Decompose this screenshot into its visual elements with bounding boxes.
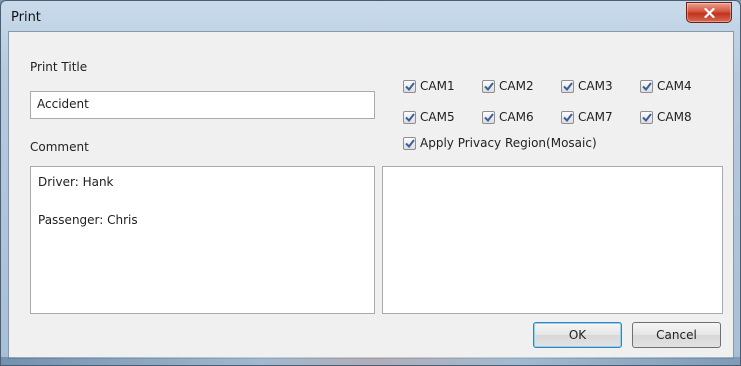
cam5-label: CAM5 [420,110,455,124]
checkmark-icon [403,136,416,150]
print-title-input[interactable]: Accident [30,91,375,119]
comment-line [38,192,367,211]
checkmark-icon [482,110,495,124]
cam2-label: CAM2 [499,79,534,93]
comment-textarea[interactable]: Driver: Hank Passenger: Chris [30,166,375,314]
cam4-checkbox[interactable]: CAM4 [640,79,692,93]
cam5-checkbox[interactable]: CAM5 [403,110,455,124]
cam6-checkbox[interactable]: CAM6 [482,110,534,124]
cam2-checkbox[interactable]: CAM2 [482,79,534,93]
title-bar[interactable]: Print [1,1,740,31]
print-title-label: Print Title [30,60,88,74]
cam1-checkbox[interactable]: CAM1 [403,79,455,93]
dialog-client-area: Print Title Accident Comment Driver: Han… [8,31,734,359]
cam8-label: CAM8 [657,110,692,124]
ok-button[interactable]: OK [533,322,622,348]
cancel-button[interactable]: Cancel [632,322,721,348]
checkmark-icon [640,110,653,124]
checkmark-icon [561,110,574,124]
privacy-region-checkbox[interactable]: Apply Privacy Region(Mosaic) [403,136,597,150]
checkmark-icon [561,79,574,93]
comment-label: Comment [30,140,89,154]
cam7-checkbox[interactable]: CAM7 [561,110,613,124]
print-preview-pane [382,166,723,314]
close-icon [703,7,715,18]
cam7-label: CAM7 [578,110,613,124]
privacy-region-label: Apply Privacy Region(Mosaic) [420,136,597,150]
checkmark-icon [640,79,653,93]
close-button[interactable] [686,2,732,23]
cam3-checkbox[interactable]: CAM3 [561,79,613,93]
cam8-checkbox[interactable]: CAM8 [640,110,692,124]
window-bottom-edge [1,357,740,365]
comment-line: Passenger: Chris [38,213,138,227]
cam3-label: CAM3 [578,79,613,93]
cam4-label: CAM4 [657,79,692,93]
checkmark-icon [482,79,495,93]
cam1-label: CAM1 [420,79,455,93]
window-title: Print [11,10,41,25]
checkmark-icon [403,110,416,124]
comment-line: Driver: Hank [38,175,114,189]
cam6-label: CAM6 [499,110,534,124]
print-dialog-window: Print Print Title Accident Comment Drive… [0,0,741,366]
checkmark-icon [403,79,416,93]
